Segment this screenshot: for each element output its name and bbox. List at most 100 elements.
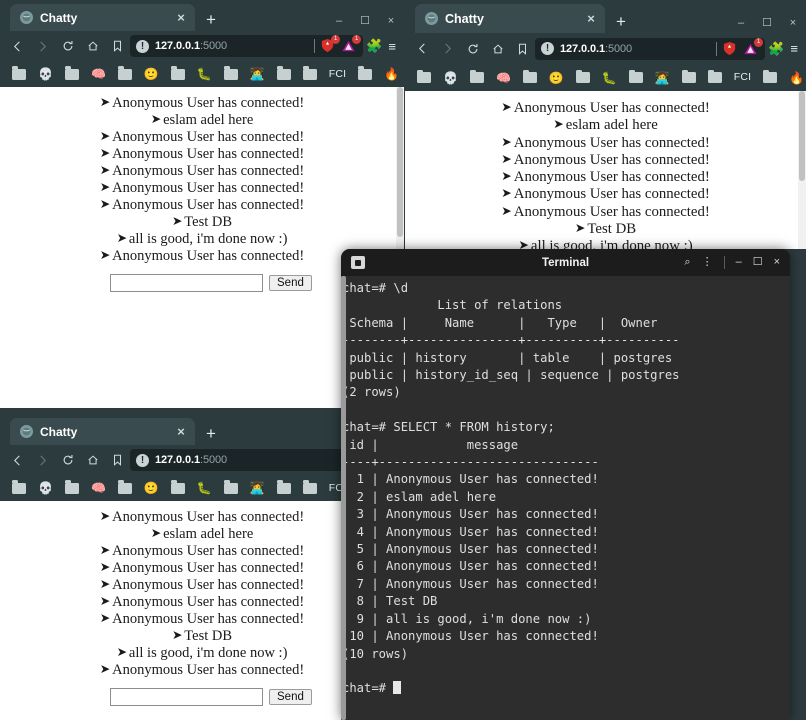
warning-icon[interactable]: 1 [743, 37, 764, 57]
bookmark-item[interactable] [6, 66, 32, 80]
maximize-button[interactable]: ☐ [352, 16, 378, 27]
bookmark-item[interactable] [271, 66, 297, 80]
site-info-icon[interactable]: ! [541, 42, 554, 55]
bookmarks-bar[interactable]: 💀🧠🙂🐛👩‍💻FCI🔥» [0, 61, 404, 87]
bookmark-item[interactable] [165, 66, 191, 80]
bookmark-item[interactable] [59, 480, 85, 494]
bookmark-emoji-icon[interactable]: 🔥 [783, 72, 806, 84]
bookmark-item[interactable]: FCI [323, 69, 353, 80]
bookmark-emoji-icon[interactable]: 💀 [32, 68, 59, 80]
new-tab-button[interactable]: + [206, 11, 216, 31]
close-button[interactable]: × [774, 257, 780, 268]
tab-close-icon[interactable]: × [174, 11, 188, 24]
bookmark-item[interactable] [517, 69, 543, 83]
bookmark-emoji-icon[interactable]: 🧠 [490, 72, 517, 84]
bookmark-item[interactable] [411, 69, 437, 83]
bookmark-item[interactable] [464, 69, 490, 83]
site-info-icon[interactable]: ! [136, 39, 149, 53]
reload-icon[interactable] [55, 449, 80, 471]
back-icon[interactable] [5, 35, 30, 57]
chat-input[interactable] [110, 273, 263, 292]
close-button[interactable]: × [378, 16, 404, 27]
menu-icon[interactable]: ⋮ [702, 257, 713, 268]
bookmark-item[interactable]: FCI [728, 72, 758, 83]
bookmark-emoji-icon[interactable]: 🧠 [85, 482, 112, 494]
home-icon[interactable] [485, 38, 510, 60]
extensions-icon[interactable]: 🧩 [765, 41, 787, 57]
bookmark-item[interactable] [757, 69, 783, 83]
bookmark-item[interactable] [676, 69, 702, 83]
bookmark-item[interactable] [297, 480, 323, 494]
brave-shield-icon[interactable] [722, 41, 738, 57]
bookmark-item[interactable] [352, 66, 378, 80]
bookmark-emoji-icon[interactable]: 🐛 [191, 68, 218, 80]
bookmark-emoji-icon[interactable]: 🐛 [596, 72, 623, 84]
bookmark-item[interactable] [297, 66, 323, 80]
bookmarks-bar[interactable]: 💀🧠🙂🐛👩‍💻FCI🔥» [405, 64, 806, 91]
send-button[interactable]: Send [269, 688, 312, 705]
bookmark-emoji-icon[interactable]: 🙂 [138, 482, 165, 494]
menu-icon[interactable]: ≡ [787, 41, 801, 56]
bookmark-item[interactable] [218, 480, 244, 494]
tab-chatty[interactable]: Chatty × [10, 418, 195, 445]
reload-icon[interactable] [460, 38, 485, 60]
bookmark-emoji-icon[interactable]: 🙂 [138, 68, 165, 80]
terminal-scrollbar[interactable] [341, 276, 346, 720]
page-scrollbar[interactable] [798, 91, 806, 249]
forward-icon[interactable] [435, 38, 460, 60]
back-icon[interactable] [410, 38, 435, 60]
new-tab-button[interactable]: + [616, 13, 626, 33]
tab-close-icon[interactable]: × [584, 12, 598, 25]
address-bar[interactable]: ! 127.0.0.1:5000 1 1 [130, 35, 364, 57]
site-info-icon[interactable]: ! [136, 453, 149, 467]
warning-icon[interactable]: 1 [341, 35, 362, 54]
home-icon[interactable] [80, 35, 105, 57]
tab-close-icon[interactable]: × [174, 425, 188, 438]
chat-input[interactable] [110, 687, 263, 706]
bookmark-item[interactable] [59, 66, 85, 80]
send-button[interactable]: Send [269, 274, 312, 291]
bookmark-item[interactable] [112, 480, 138, 494]
bookmark-item[interactable] [271, 480, 297, 494]
new-tab-button[interactable]: + [206, 425, 216, 445]
bookmark-icon[interactable] [510, 38, 535, 60]
tab-chatty[interactable]: Chatty × [10, 4, 195, 31]
bookmark-item[interactable] [623, 69, 649, 83]
forward-icon[interactable] [30, 449, 55, 471]
bookmark-icon[interactable] [105, 35, 130, 57]
bookmark-emoji-icon[interactable]: 🙂 [543, 72, 570, 84]
bookmark-icon[interactable] [105, 449, 130, 471]
bookmark-item[interactable] [6, 480, 32, 494]
forward-icon[interactable] [30, 35, 55, 57]
bookmark-emoji-icon[interactable]: 🔥 [378, 68, 404, 80]
bookmark-item[interactable] [165, 480, 191, 494]
close-button[interactable]: × [780, 18, 806, 29]
bookmark-emoji-icon[interactable]: 👩‍💻 [244, 68, 271, 80]
menu-icon[interactable]: ≡ [385, 39, 399, 54]
search-icon[interactable]: ⌕ [684, 257, 690, 268]
maximize-button[interactable]: ☐ [753, 257, 763, 268]
tab-chatty[interactable]: Chatty × [415, 4, 605, 33]
bookmark-item[interactable] [702, 69, 728, 83]
terminal-window[interactable]: Terminal ⌕ ⋮ – ☐ × chat=# \d List of rel… [341, 249, 790, 720]
bookmark-item[interactable] [112, 66, 138, 80]
bookmark-emoji-icon[interactable]: 💀 [437, 72, 464, 84]
bookmark-item[interactable] [218, 66, 244, 80]
extensions-icon[interactable]: 🧩 [363, 38, 385, 54]
bookmark-emoji-icon[interactable]: 💀 [32, 482, 59, 494]
reload-icon[interactable] [55, 35, 80, 57]
minimize-button[interactable]: – [728, 18, 754, 29]
minimize-button[interactable]: – [326, 16, 352, 27]
address-bar[interactable]: ! 127.0.0.1:5000 1 [535, 37, 766, 60]
maximize-button[interactable]: ☐ [754, 18, 780, 29]
brave-shield-icon[interactable]: 1 [320, 35, 341, 54]
browser-window-2[interactable]: Chatty × + – ☐ × ! 127.0.0.1:5000 1 🧩 ≡ … [405, 0, 806, 249]
bookmark-emoji-icon[interactable]: 👩‍💻 [649, 72, 676, 84]
back-icon[interactable] [5, 449, 30, 471]
bookmark-emoji-icon[interactable]: 👩‍💻 [244, 482, 271, 494]
bookmark-emoji-icon[interactable]: 🧠 [85, 68, 112, 80]
home-icon[interactable] [80, 449, 105, 471]
terminal-title-bar[interactable]: Terminal ⌕ ⋮ – ☐ × [341, 249, 790, 276]
bookmark-item[interactable] [570, 69, 596, 83]
minimize-button[interactable]: – [736, 257, 742, 268]
